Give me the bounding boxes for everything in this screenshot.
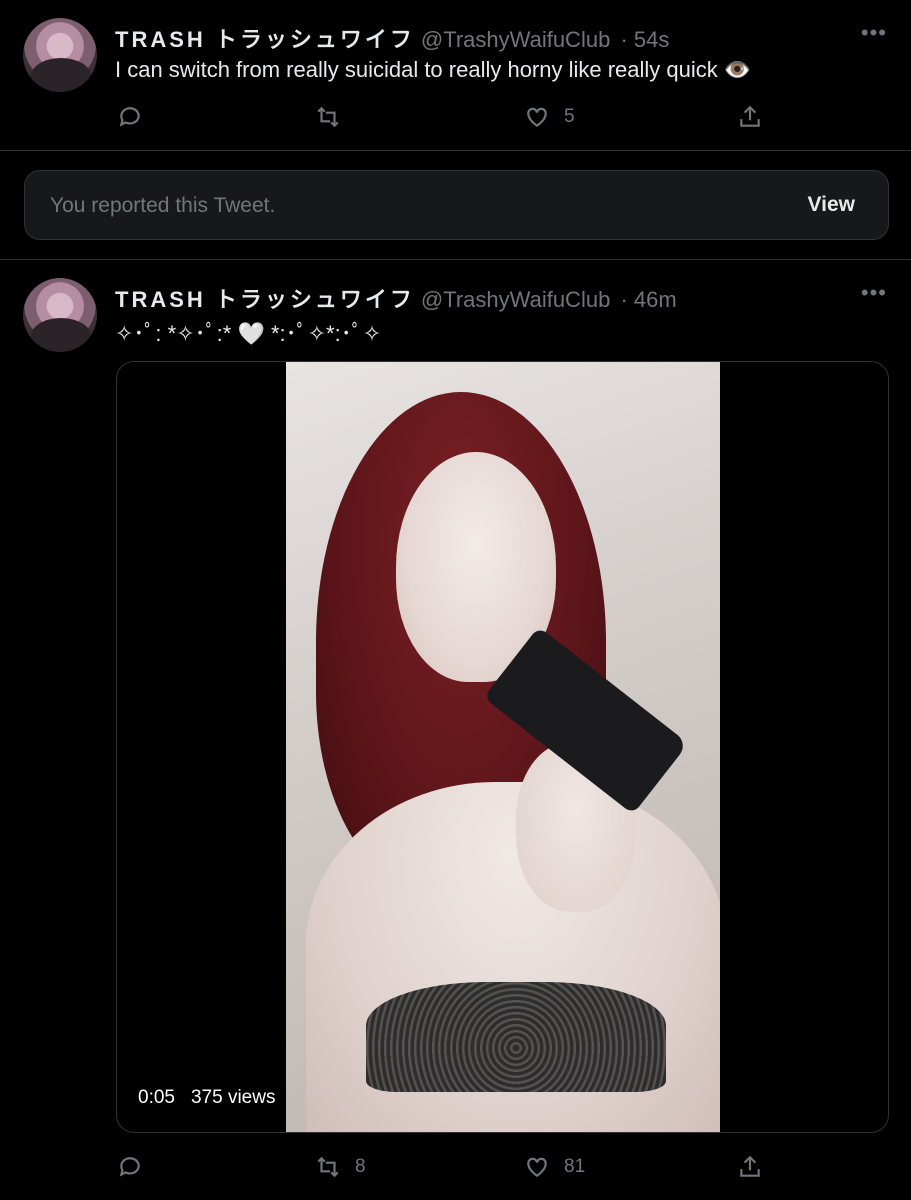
retweet-icon <box>317 1156 339 1178</box>
reported-message: You reported this Tweet. <box>50 194 276 217</box>
tweet-text: ✧･ﾟ: *✧･ﾟ:* 🤍 *:･ﾟ✧*:･ﾟ✧ <box>115 321 382 346</box>
retweet-button[interactable] <box>315 104 355 130</box>
tweet-actions: 8 81 <box>115 1154 775 1186</box>
tweet-text: I can switch from really suicidal to rea… <box>115 57 752 82</box>
video-views: 375 views <box>190 1087 276 1108</box>
retweet-button[interactable]: 8 <box>315 1154 366 1180</box>
share-button[interactable] <box>737 1154 763 1180</box>
tweet-1[interactable]: TRASH トラッシュワイフ @TrashyWaifuClub · 54s •••… <box>0 0 911 150</box>
avatar[interactable] <box>23 278 97 352</box>
video-content <box>366 982 666 1092</box>
video-frame[interactable] <box>286 362 720 1132</box>
timestamp[interactable]: · 54s <box>620 27 669 52</box>
handle[interactable]: @TrashyWaifuClub <box>421 287 610 312</box>
share-button[interactable] <box>737 104 763 130</box>
like-button[interactable]: 81 <box>524 1154 585 1180</box>
video-duration: 0:05 <box>138 1087 175 1108</box>
share-icon <box>740 1155 760 1177</box>
reply-icon <box>119 107 140 127</box>
tweet-header: TRASH トラッシュワイフ @TrashyWaifuClub · 54s <box>115 22 669 54</box>
reported-tweet-notice: You reported this Tweet. View <box>24 170 889 240</box>
reply-icon <box>119 1157 140 1177</box>
divider <box>0 150 911 151</box>
more-options-icon[interactable]: ••• <box>861 20 887 46</box>
display-name[interactable]: TRASH トラッシュワイフ <box>115 27 415 52</box>
reply-button[interactable] <box>117 104 157 130</box>
tweet-actions: 5 <box>115 104 775 136</box>
heart-icon <box>527 107 547 127</box>
like-count: 5 <box>564 106 575 127</box>
retweet-icon <box>317 106 339 128</box>
share-icon <box>740 105 760 127</box>
tweet-header: TRASH トラッシュワイフ @TrashyWaifuClub · 46m <box>115 282 677 314</box>
view-button[interactable]: View <box>808 193 855 217</box>
like-count: 81 <box>564 1156 586 1177</box>
more-options-icon[interactable]: ••• <box>861 280 887 306</box>
display-name[interactable]: TRASH トラッシュワイフ <box>115 287 415 312</box>
heart-icon <box>527 1157 547 1177</box>
like-button[interactable]: 5 <box>524 104 575 130</box>
handle[interactable]: @TrashyWaifuClub <box>421 27 610 52</box>
retweet-count: 8 <box>355 1156 366 1177</box>
timestamp[interactable]: · 46m <box>620 287 676 312</box>
video-info: 0:05 375 views <box>132 1084 282 1112</box>
reply-button[interactable] <box>117 1154 157 1180</box>
avatar[interactable] <box>23 18 97 92</box>
video-player[interactable]: 0:05 375 views <box>116 361 889 1133</box>
